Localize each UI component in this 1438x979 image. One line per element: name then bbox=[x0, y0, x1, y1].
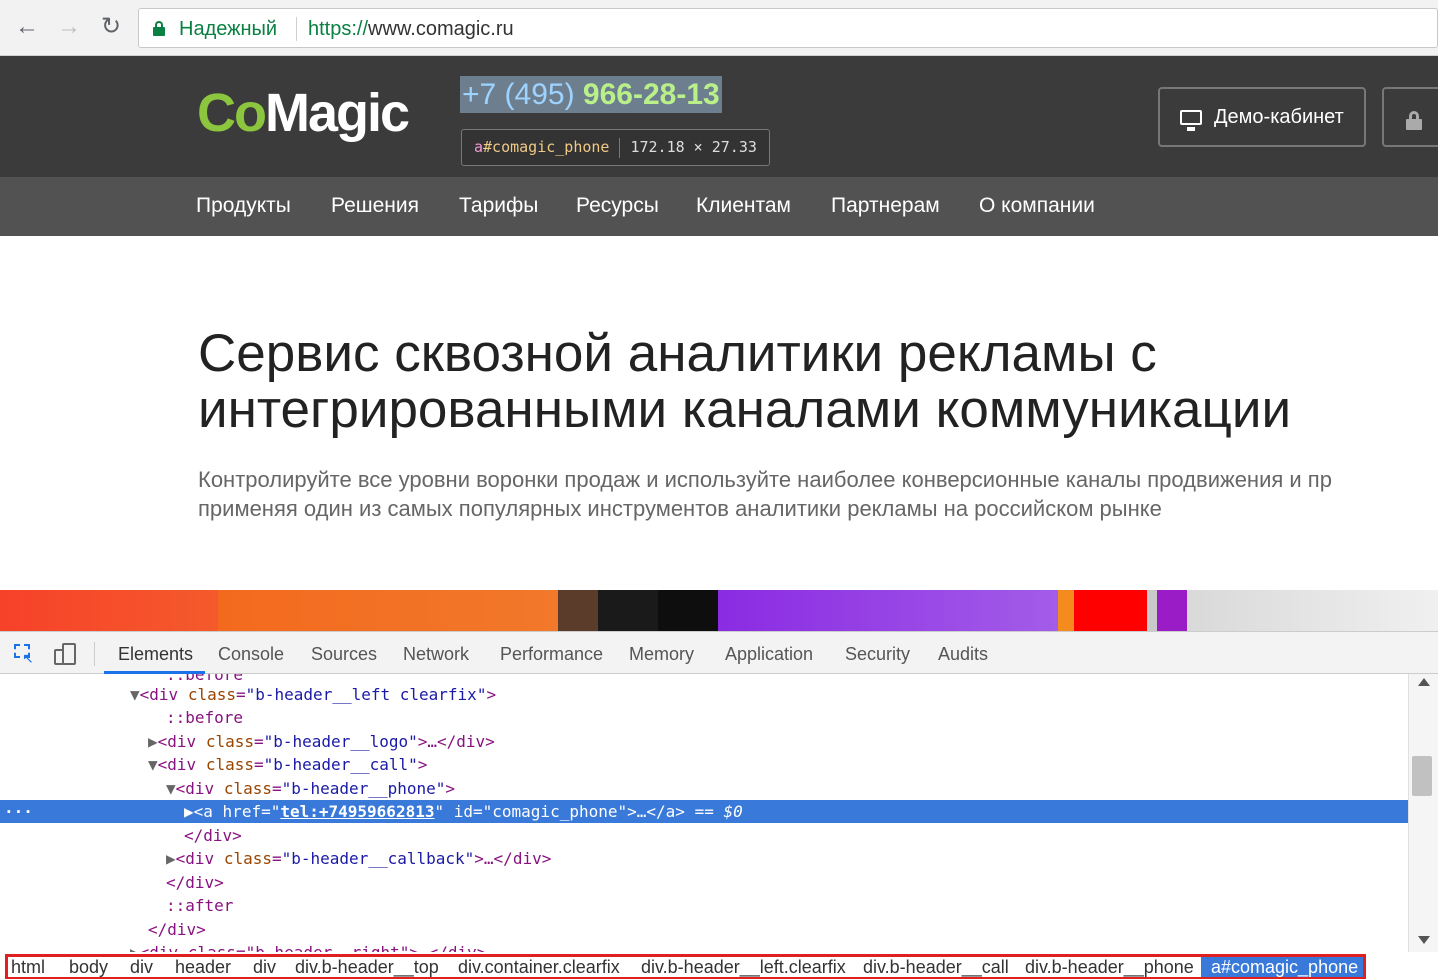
lock-icon[interactable] bbox=[153, 21, 165, 36]
hero-banner-image bbox=[0, 590, 1438, 631]
demo-cabinet-button[interactable]: Демо-кабинет bbox=[1158, 87, 1366, 147]
header-phone-link[interactable]: +7 (495) 966-28-13 bbox=[460, 76, 722, 113]
nav-item-resources[interactable]: Ресурсы bbox=[576, 194, 659, 218]
hero-subtitle: Контролируйте все уровни воронки продаж … bbox=[198, 467, 1332, 521]
scroll-up-arrow-icon[interactable] bbox=[1418, 678, 1430, 686]
device-toolbar-icon[interactable] bbox=[54, 643, 76, 665]
nav-item-about[interactable]: О компании bbox=[979, 194, 1095, 218]
address-separator bbox=[296, 17, 297, 41]
breadcrumb-item[interactable]: header bbox=[172, 957, 234, 977]
dom-tree-scrollbar[interactable] bbox=[1408, 674, 1438, 952]
tab-security[interactable]: Security bbox=[845, 644, 910, 665]
forward-arrow-icon[interactable]: → bbox=[54, 12, 84, 42]
nav-item-solutions[interactable]: Решения bbox=[331, 194, 419, 218]
hero-title: Сервис сквозной аналитики рекламы с инте… bbox=[198, 324, 1292, 439]
dom-node-header-phone[interactable]: ▼<div class="b-header__phone"> bbox=[166, 777, 1408, 800]
dom-node-after[interactable]: ::after bbox=[166, 894, 1408, 917]
breadcrumb-item[interactable]: html bbox=[8, 957, 48, 977]
breadcrumb-item[interactable]: div bbox=[250, 957, 279, 977]
monitor-icon bbox=[1180, 110, 1202, 131]
tab-elements[interactable]: Elements bbox=[118, 644, 193, 665]
tab-network[interactable]: Network bbox=[403, 644, 469, 665]
dom-node-close-div[interactable]: </div> bbox=[166, 871, 1408, 894]
tab-performance[interactable]: Performance bbox=[500, 644, 603, 665]
nav-item-pricing[interactable]: Тарифы bbox=[459, 194, 538, 218]
breadcrumb-item[interactable]: div.b-header__top bbox=[292, 957, 442, 977]
dom-node-before[interactable]: ::before bbox=[166, 706, 1408, 729]
dom-node-header-call[interactable]: ▼<div class="b-header__call"> bbox=[148, 753, 1408, 776]
url-host: www.comagic.ru bbox=[368, 18, 514, 40]
tab-audits[interactable]: Audits bbox=[938, 644, 988, 665]
dom-node-header-callback[interactable]: ▶<div class="b-header__callback">…</div> bbox=[166, 847, 1408, 870]
dom-node-close-div[interactable]: </div> bbox=[184, 824, 1408, 847]
tab-console[interactable]: Console bbox=[218, 644, 284, 665]
tab-application[interactable]: Application bbox=[725, 644, 813, 665]
back-arrow-icon[interactable]: ← bbox=[12, 12, 42, 42]
site-header: CoMagic +7 (495) 966-28-13 a#comagic_pho… bbox=[0, 56, 1438, 177]
element-size: 172.18 × 27.33 bbox=[630, 138, 757, 156]
login-button[interactable] bbox=[1382, 87, 1438, 147]
dom-node-close-div[interactable]: </div> bbox=[148, 918, 1408, 941]
nav-item-clients[interactable]: Клиентам bbox=[696, 194, 791, 218]
toolbar-separator bbox=[94, 642, 95, 666]
dom-node-header-left[interactable]: ▼<div class="b-header__left clearfix"> bbox=[130, 683, 1408, 706]
inspect-element-icon[interactable]: ↖ bbox=[14, 644, 34, 665]
nav-item-products[interactable]: Продукты bbox=[196, 194, 291, 218]
breadcrumb-item-active[interactable]: a#comagic_phone bbox=[1201, 957, 1363, 977]
padlock-icon bbox=[1406, 111, 1422, 130]
main-nav: Продукты Решения Тарифы Ресурсы Клиентам… bbox=[0, 177, 1438, 236]
tab-memory[interactable]: Memory bbox=[629, 644, 694, 665]
devtools-panel: ↖ Elements Console Sources Network Perfo… bbox=[0, 631, 1438, 979]
more-options-icon[interactable]: ··· bbox=[4, 800, 33, 823]
secure-label: Надежный bbox=[179, 18, 278, 40]
comagic-logo[interactable]: CoMagic bbox=[197, 82, 410, 144]
breadcrumb-item[interactable]: div.container.clearfix bbox=[455, 957, 623, 977]
dom-breadcrumb: html body div header div div.b-header__t… bbox=[5, 954, 1366, 979]
scroll-down-arrow-icon[interactable] bbox=[1418, 936, 1430, 944]
url-scheme: https:// bbox=[308, 18, 369, 40]
devtools-tabbar: ↖ Elements Console Sources Network Perfo… bbox=[0, 632, 1438, 674]
dom-node-header-logo[interactable]: ▶<div class="b-header__logo">…</div> bbox=[148, 730, 1408, 753]
dom-node-header-right[interactable]: ▶<div class="b-header__right">…</div> bbox=[130, 941, 1408, 952]
breadcrumb-item[interactable]: div.b-header__phone bbox=[1022, 957, 1197, 977]
url-text[interactable]: https://www.comagic.ru bbox=[308, 18, 514, 41]
breadcrumb-item[interactable]: body bbox=[66, 957, 111, 977]
dom-tree: ::before ▼<div class="b-header__left cle… bbox=[0, 674, 1408, 952]
breadcrumb-item[interactable]: div bbox=[127, 957, 156, 977]
dom-node-comagic-phone-selected[interactable]: ··· ▶<a href="tel:+74959662813" id="comag… bbox=[0, 800, 1408, 823]
reload-icon[interactable]: ↻ bbox=[96, 12, 126, 42]
breadcrumb-item[interactable]: div.b-header__left.clearfix bbox=[638, 957, 849, 977]
scroll-thumb[interactable] bbox=[1412, 756, 1432, 796]
address-bar[interactable]: Надежный https://www.comagic.ru bbox=[138, 8, 1438, 48]
browser-toolbar: ← → ↻ Надежный https://www.comagic.ru bbox=[0, 0, 1438, 56]
inspect-tooltip: a#comagic_phone 172.18 × 27.33 bbox=[461, 129, 770, 166]
nav-item-partners[interactable]: Партнерам bbox=[831, 194, 940, 218]
breadcrumb-item[interactable]: div.b-header__call bbox=[860, 957, 1012, 977]
tab-sources[interactable]: Sources bbox=[311, 644, 377, 665]
